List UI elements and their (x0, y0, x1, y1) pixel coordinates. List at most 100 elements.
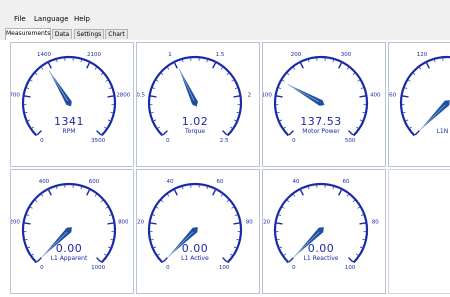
minor-tick (28, 120, 30, 121)
minor-tick (32, 127, 34, 128)
minor-tick (434, 60, 435, 62)
minor-tick (41, 194, 43, 196)
gauge-panel-motor-power: 0100200300400500137.53Motor Power (262, 42, 386, 167)
major-tick (339, 63, 342, 68)
tick-label: 40 (293, 179, 300, 185)
minor-tick (353, 200, 355, 202)
tick-label: 300 (341, 52, 352, 58)
major-tick (37, 131, 41, 135)
needle-highlight (420, 103, 447, 130)
tick-label: 3500 (91, 138, 105, 144)
minor-tick (403, 112, 405, 113)
gauge-value: 0.00 (308, 242, 335, 255)
tab-data[interactable]: Data (52, 29, 72, 39)
needle-highlight (288, 84, 321, 103)
menu-language[interactable]: Language (34, 15, 69, 23)
gauge-torque: 00.511.522.51.02Torque (137, 43, 259, 166)
gauge-panel-torque: 00.511.522.51.02Torque (136, 42, 260, 167)
major-tick (213, 63, 216, 68)
gauge-value: 1341 (54, 115, 84, 128)
minor-tick (153, 88, 155, 89)
minor-tick (81, 60, 82, 62)
minor-tick (161, 73, 163, 75)
tick-label: 0 (40, 265, 44, 271)
tick-label: 40 (167, 179, 174, 185)
major-tick (403, 96, 409, 97)
needle-hub (318, 227, 323, 232)
major-tick (360, 96, 366, 97)
needle-highlight (49, 71, 69, 103)
minor-tick (106, 80, 108, 81)
major-tick (349, 258, 353, 262)
minor-tick (347, 194, 349, 196)
tick-label: 400 (370, 92, 381, 98)
minor-tick (30, 207, 32, 208)
gauge-label: Motor Power (302, 128, 340, 135)
tick-label: 2 (248, 92, 252, 98)
tick-label: 80 (372, 219, 379, 225)
tick-label: 800 (118, 219, 129, 225)
minor-tick (347, 67, 349, 69)
tick-label: 80 (246, 219, 253, 225)
gauge-value: 137.53 (300, 115, 342, 128)
major-tick (25, 96, 31, 97)
tick-label: 0 (292, 138, 296, 144)
minor-tick (207, 60, 208, 62)
tab-settings[interactable]: Settings (74, 29, 104, 39)
minor-tick (104, 254, 106, 255)
needle-hub (66, 227, 71, 232)
gauge-panel-rpm: 070014002100280035001341RPM (10, 42, 134, 167)
minor-tick (287, 73, 289, 75)
major-tick (175, 63, 178, 68)
minor-tick (182, 187, 183, 189)
tick-label: 1400 (37, 52, 51, 58)
tick-label: 20 (263, 219, 270, 225)
tick-label: 1 (168, 52, 172, 58)
minor-tick (221, 67, 223, 69)
major-tick (213, 190, 216, 195)
gauge-value: 1.02 (182, 115, 209, 128)
minor-tick (333, 60, 334, 62)
minor-tick (353, 73, 355, 75)
menu-help[interactable]: Help (74, 15, 90, 23)
minor-tick (110, 239, 112, 240)
tab-measurements[interactable]: Measurements (5, 28, 51, 40)
major-tick (97, 258, 101, 262)
minor-tick (287, 200, 289, 202)
minor-tick (277, 239, 279, 240)
needle-hub (444, 100, 449, 105)
major-tick (108, 96, 114, 97)
minor-tick (27, 215, 29, 216)
major-tick (49, 63, 52, 68)
major-tick (175, 190, 178, 195)
gauge-value: 0.00 (182, 242, 209, 255)
minor-tick (41, 67, 43, 69)
minor-tick (235, 215, 237, 216)
major-tick (289, 131, 293, 135)
gauge-value: 0.00 (56, 242, 83, 255)
minor-tick (106, 207, 108, 208)
minor-tick (230, 127, 232, 128)
minor-tick (419, 67, 421, 69)
minor-tick (108, 120, 110, 121)
major-tick (234, 96, 240, 97)
minor-tick (221, 194, 223, 196)
tick-label: 100 (345, 265, 356, 271)
minor-tick (207, 187, 208, 189)
minor-tick (360, 247, 362, 248)
minor-tick (156, 80, 158, 81)
minor-tick (167, 67, 169, 69)
menu-file[interactable]: File (14, 15, 26, 23)
gauge-l1-apparent: 020040060080010000.00L1 Apparent (11, 170, 133, 293)
minor-tick (280, 120, 282, 121)
tab-chart[interactable]: Chart (105, 29, 128, 39)
major-tick (301, 63, 304, 68)
major-tick (277, 96, 283, 97)
tick-label: 120 (417, 52, 428, 58)
gauge-motor-power: 0100200300400500137.53Motor Power (263, 43, 385, 166)
major-tick (301, 190, 304, 195)
major-tick (87, 63, 90, 68)
major-tick (277, 223, 283, 224)
minor-tick (161, 200, 163, 202)
tick-label: 60 (342, 179, 349, 185)
